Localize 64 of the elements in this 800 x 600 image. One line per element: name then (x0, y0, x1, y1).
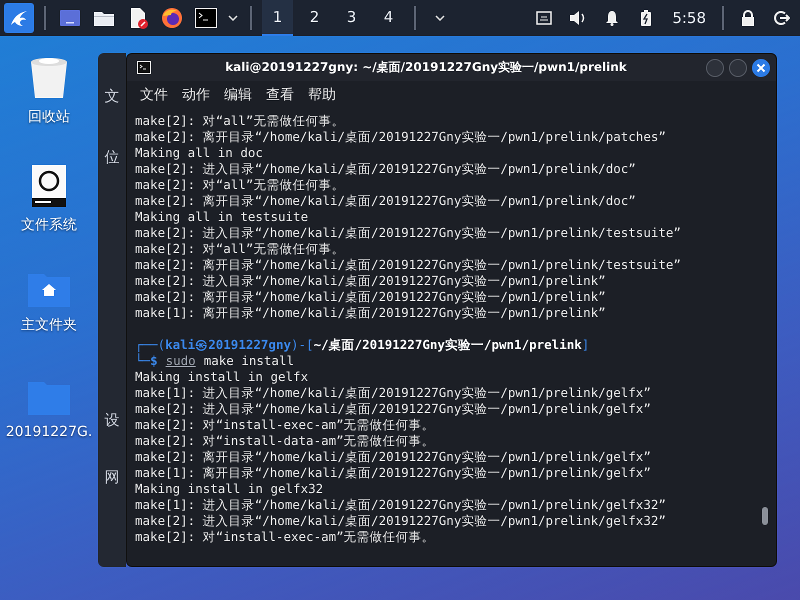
firefox-icon (161, 7, 183, 29)
workspace-tab[interactable]: 4 (373, 0, 404, 36)
desktop-icon-label[interactable]: 回收站 (28, 108, 70, 126)
battery-icon (641, 10, 652, 26)
terminal-output-line: make[2]: 离开目录“/home/kali/桌面/20191227Gny实验一/pwn1/prelink/doc” (135, 193, 637, 209)
sidebar-text: 网 (104, 468, 120, 487)
terminal-output-line: make[2]: 对“install-exec-am”无需做任何事。 (135, 529, 436, 545)
terminal-output-line: Making all in doc (135, 145, 264, 161)
terminal-output-line: make[2]: 对“install-exec-am”无需做任何事。 (135, 417, 436, 433)
sidebar-text: 设 (104, 411, 120, 430)
terminal-output-line: Making install in gelfx32 (135, 481, 324, 497)
terminal-output-line: make[1]: 离开目录“/home/kali/桌面/20191227Gny实验一/pwn1/prelink/gelfx” (135, 465, 652, 481)
folder-icon (93, 9, 115, 27)
desktop-icon-label[interactable]: 20191227G. (6, 424, 92, 440)
menu-item[interactable]: 动作 (175, 86, 217, 104)
window-title: kali@20191227gny: ~/桌面/20191227Gny实验一/pwn1/prelink (224, 59, 628, 76)
menu-item[interactable]: 文件 (133, 86, 175, 104)
prompt-line: ┌──(kali㉿20191227gny)-[~/桌面/20191227Gny实验一/pwn1/prelink] (135, 337, 590, 353)
terminal-output-line: make[2]: 进入目录“/home/kali/桌面/20191227Gny实验一/pwn1/prelink/doc” (135, 161, 637, 177)
terminal-output-line: Making all in testsuite (135, 209, 310, 225)
close-icon (756, 62, 766, 72)
menu-item[interactable]: 编辑 (217, 86, 259, 104)
terminal-output-line: make[1]: 进入目录“/home/kali/桌面/20191227Gny实验一/pwn1/prelink/gelfx” (135, 385, 652, 401)
terminal-output-line: make[2]: 对“install-data-am”无需做任何事。 (135, 433, 436, 449)
terminal-output-line: make[1]: 进入目录“/home/kali/桌面/20191227Gny实验一/pwn1/prelink/gelfx32” (135, 497, 667, 513)
sidebar-text: 文 (104, 87, 120, 106)
terminal-output-line: make[2]: 离开目录“/home/kali/桌面/20191227Gny实验一/pwn1/prelink/patches” (135, 129, 667, 145)
terminal-output-line: make[2]: 对“all”无需做任何事。 (135, 241, 346, 257)
drive-icon[interactable] (31, 164, 67, 208)
terminal-output-line: make[2]: 离开目录“/home/kali/桌面/20191227Gny实验一/pwn1/prelink/gelfx” (135, 449, 652, 465)
desktop-icon-label[interactable]: 文件系统 (21, 216, 77, 234)
terminal-output-line: make[2]: 进入目录“/home/kali/桌面/20191227Gny实验一/pwn1/prelink” (135, 273, 607, 289)
workspace-tab[interactable]: 3 (336, 0, 367, 36)
bell-icon (605, 10, 620, 26)
workspace-tab[interactable]: 2 (299, 0, 330, 36)
workspace-tab[interactable]: 1 (262, 0, 293, 36)
terminal-output-line: make[1]: 离开目录“/home/kali/桌面/20191227Gny实验一/pwn1/prelink” (135, 305, 607, 321)
terminal-output-line: make[2]: 对“all”无需做任何事。 (135, 177, 346, 193)
menu-item[interactable]: 查看 (259, 86, 301, 104)
sidebar-text: 位 (104, 148, 120, 167)
clock[interactable]: 5:58 (666, 9, 712, 27)
prompt-line: └─$ sudo make install (135, 353, 296, 369)
lock-icon (741, 10, 755, 26)
caret-icon (228, 15, 238, 21)
home-folder-icon[interactable] (27, 272, 71, 308)
trash-icon[interactable] (29, 56, 69, 100)
terminal-output-line: make[2]: 进入目录“/home/kali/桌面/20191227Gny实验一/pwn1/prelink/gelfx32” (135, 513, 667, 529)
desktop-icon-label[interactable]: 主文件夹 (21, 316, 77, 334)
terminal-output-line: make[2]: 离开目录“/home/kali/桌面/20191227Gny实验一/pwn1/prelink” (135, 289, 607, 305)
terminal-output-line: make[2]: 进入目录“/home/kali/桌面/20191227Gny实验一/pwn1/prelink/gelfx” (135, 401, 652, 417)
terminal-output-line: Making install in gelfx (135, 369, 310, 385)
terminal-output-line: make[2]: 对“all”无需做任何事。 (135, 113, 346, 129)
scrollbar-thumb[interactable] (762, 507, 768, 525)
terminal-icon (137, 61, 151, 74)
logout-icon (774, 10, 790, 26)
close-button[interactable] (752, 58, 770, 76)
terminal-output-line: make[2]: 离开目录“/home/kali/桌面/20191227Gny实验一/pwn1/prelink/testsuite” (135, 257, 682, 273)
network-icon (536, 11, 552, 25)
terminal-output-line: make[2]: 进入目录“/home/kali/桌面/20191227Gny实验一/pwn1/prelink/testsuite” (135, 225, 682, 241)
dragon-logo-button[interactable] (4, 3, 34, 33)
caret-icon (435, 15, 445, 21)
terminal-icon (195, 8, 217, 28)
desktop-icon (59, 9, 81, 27)
menu-item[interactable]: 帮助 (301, 86, 343, 104)
